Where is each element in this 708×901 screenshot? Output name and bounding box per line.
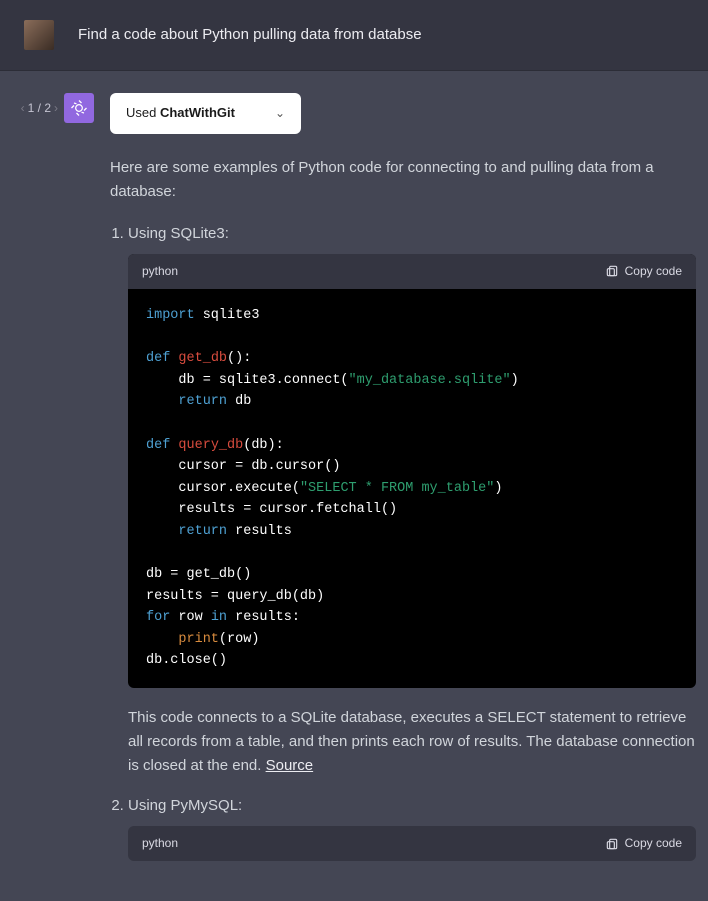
assistant-logo: [64, 93, 94, 123]
pager-next[interactable]: ›: [54, 99, 58, 118]
assistant-avatar-column: [64, 93, 110, 879]
code-header-1: python Copy code: [128, 254, 696, 289]
assistant-message-row: ‹ 1 / 2 › Used ChatWithGit ⌄ Here are so…: [0, 71, 708, 901]
pager-label: 1 / 2: [28, 99, 51, 118]
examples-list: Using SQLite3: python Copy code import s…: [110, 222, 696, 861]
response-pager: ‹ 1 / 2 ›: [0, 93, 64, 879]
example-2-title: Using PyMySQL:: [128, 797, 242, 814]
openai-icon: [69, 98, 89, 118]
clipboard-icon: [605, 264, 619, 278]
copy-code-label-2: Copy code: [625, 834, 682, 853]
example-1-explain: This code connects to a SQLite database,…: [128, 706, 696, 778]
code-lang-label: python: [142, 262, 178, 281]
dropdown-tool-name: ChatWithGit: [160, 105, 235, 120]
source-link[interactable]: Source: [266, 757, 314, 774]
code-block-1: python Copy code import sqlite3 def get_…: [128, 254, 696, 688]
code-content-1[interactable]: import sqlite3 def get_db(): db = sqlite…: [128, 289, 696, 688]
example-1: Using SQLite3: python Copy code import s…: [128, 222, 696, 778]
user-avatar: [24, 20, 54, 50]
user-message-row: Find a code about Python pulling data fr…: [0, 0, 708, 71]
assistant-intro: Here are some examples of Python code fo…: [110, 156, 696, 204]
code-lang-label-2: python: [142, 834, 178, 853]
user-prompt-text: Find a code about Python pulling data fr…: [78, 20, 422, 50]
copy-code-button-2[interactable]: Copy code: [605, 834, 682, 853]
example-2: Using PyMySQL: python Copy code: [128, 794, 696, 861]
chevron-down-icon: ⌄: [275, 104, 285, 123]
clipboard-icon: [605, 837, 619, 851]
code-block-2: python Copy code: [128, 826, 696, 861]
dropdown-prefix: Used: [126, 105, 160, 120]
example-1-title: Using SQLite3:: [128, 225, 229, 242]
copy-code-button[interactable]: Copy code: [605, 262, 682, 281]
used-tool-dropdown[interactable]: Used ChatWithGit ⌄: [110, 93, 301, 134]
code-header-2: python Copy code: [128, 826, 696, 861]
copy-code-label: Copy code: [625, 262, 682, 281]
assistant-content: Used ChatWithGit ⌄ Here are some example…: [110, 93, 708, 879]
pager-prev[interactable]: ‹: [21, 99, 25, 118]
